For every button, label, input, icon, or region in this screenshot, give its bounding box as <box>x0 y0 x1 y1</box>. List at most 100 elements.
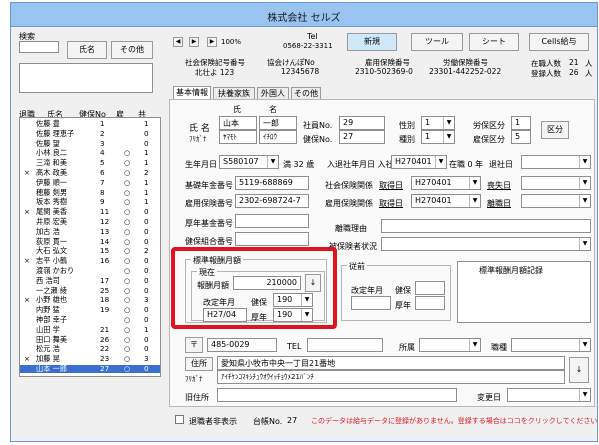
employee-list[interactable]: 佐藤 豊 1 1 佐藤 理恵子 2 0 佐藤 望 3 0 小林 良二 4 ○ 1 三滝 和美 5 ○ 1 × 髙木 … <box>19 117 161 377</box>
list-item[interactable]: 穂藤 剣男 8 ○ 1 <box>20 187 160 197</box>
birth-select[interactable]: S580107 ▼ <box>219 155 279 169</box>
employee-name: 大石 弘文 <box>36 246 68 256</box>
type-select[interactable]: 1 ▼ <box>421 130 455 144</box>
employee-share: 0 <box>144 266 149 275</box>
list-item[interactable]: 松元 浩 22 ○ 0 <box>20 345 160 353</box>
chevron-down-icon: ▼ <box>579 238 590 250</box>
leave-reason-input[interactable] <box>381 219 591 233</box>
list-item[interactable]: 坂本 秀樹 9 ○ 1 <box>20 198 160 206</box>
employee-emp: ○ <box>124 207 131 217</box>
employee-share: 0 <box>144 275 149 285</box>
arrow-down-icon[interactable]: ↓ <box>569 357 589 383</box>
list-item[interactable]: 渡嶺 かおり ○ 0 <box>20 267 160 275</box>
list-item[interactable]: 加古 浩 13 ○ 0 <box>20 227 160 236</box>
emp-acq-link[interactable]: 取得日 <box>379 198 403 209</box>
list-item[interactable]: 佐藤 望 3 0 <box>20 138 160 148</box>
sei-kana-input[interactable]: ﾔﾏﾓﾄ <box>219 130 257 144</box>
employee-no: 8 <box>100 187 105 197</box>
social-acq-link[interactable]: 取得日 <box>379 180 403 191</box>
address-input[interactable]: 愛知県小牧市中央一丁目21番地 <box>217 356 565 370</box>
list-item[interactable]: 佐藤 理恵子 2 0 <box>20 129 160 138</box>
prev-health-input[interactable] <box>415 281 445 295</box>
list-item[interactable]: × 小野 雄也 18 ○ 3 <box>20 296 160 304</box>
hide-retired-label: 退職者非表示 <box>189 417 237 426</box>
list-item[interactable]: × 尾関 美香 11 ○ 0 <box>20 208 160 216</box>
social-loss-link[interactable]: 喪失日 <box>487 180 511 191</box>
employee-share: 1 <box>144 177 149 187</box>
mei-kana-input[interactable]: ｲﾁﾛｳ <box>259 130 297 144</box>
change-date-select[interactable]: ▼ <box>507 388 591 402</box>
list-item[interactable]: 一之瀬 綾 25 ○ 0 <box>20 286 160 295</box>
retire-select[interactable]: ▼ <box>521 155 591 169</box>
social-acq-select[interactable]: H270401 ▼ <box>411 176 481 190</box>
list-item[interactable]: 伊藤 順一 7 ○ 1 <box>20 177 160 187</box>
list-item[interactable]: 山田 学 21 ○ 1 <box>20 325 160 334</box>
prev-arrow-button[interactable]: ◀ <box>173 37 183 47</box>
list-item[interactable]: 荻原 貫一 14 ○ 0 <box>20 237 160 246</box>
title-bar: 株式会社 セルズ <box>11 3 597 27</box>
zoom-button[interactable]: ▶ <box>207 37 217 47</box>
list-item[interactable]: 内野 猛 19 ○ 0 <box>20 306 160 314</box>
zip-icon[interactable]: 〒 <box>185 337 203 353</box>
insured-status-select[interactable]: ▼ <box>381 237 591 251</box>
search-input[interactable] <box>19 41 59 53</box>
emp-div-input[interactable]: 5 <box>511 130 531 144</box>
list-item[interactable]: 大石 弘文 15 ○ 2 <box>20 247 160 255</box>
name-search-button[interactable]: 氏名 <box>67 41 107 59</box>
list-item[interactable]: × 髙木 政美 6 ○ 2 <box>20 169 160 177</box>
employee-x: × <box>24 354 31 364</box>
emp-div-label: 雇保区分 <box>473 135 505 144</box>
emp-leave-select[interactable]: ▼ <box>521 194 591 208</box>
list-item[interactable]: × 加藤 晃 23 ○ 3 <box>20 355 160 363</box>
list-item[interactable]: 三滝 和美 5 ○ 1 <box>20 159 160 167</box>
prev-revise-input[interactable] <box>351 296 391 310</box>
chevron-down-icon: ▼ <box>469 195 480 207</box>
emp-acq-select[interactable]: H270401 ▼ <box>411 194 481 208</box>
list-item[interactable]: × 志平 小鶴 16 ○ 0 <box>20 257 160 265</box>
hide-retired-checkbox[interactable] <box>175 415 184 424</box>
emp-leave-link[interactable]: 離職日 <box>487 198 511 209</box>
pension-input[interactable]: 5119-688869 <box>235 176 309 190</box>
mei-input[interactable]: 一郎 <box>259 116 297 130</box>
gender-select[interactable]: 1 ▼ <box>421 116 455 130</box>
list-item[interactable]: 神部 幸子 ○ 0 <box>20 316 160 324</box>
health-union-input[interactable] <box>235 232 309 246</box>
list-item[interactable]: 小林 良二 4 ○ 1 <box>20 149 160 157</box>
list-item[interactable]: 井原 宏美 12 ○ 0 <box>20 218 160 226</box>
tool-button[interactable]: ツール <box>411 33 463 51</box>
tel-input[interactable] <box>307 338 383 352</box>
cells-salary-button[interactable]: Cells給与 <box>529 33 589 51</box>
list-item[interactable]: 西 浩司 17 ○ 0 <box>20 275 160 285</box>
employee-emp: ○ <box>124 256 131 266</box>
list-item[interactable]: 山本 一郎 27 ○ 0 <box>20 365 160 373</box>
welfare-input[interactable] <box>235 214 309 228</box>
employee-name: 加藤 晃 <box>36 354 60 364</box>
chevron-down-icon: ▼ <box>579 177 590 189</box>
address-kana-input[interactable]: ｱｲﾁｹﾝｺﾏｷｼﾁｭｳｵｳｲｯﾁｮｳﾒ21ﾊﾞﾝﾁ <box>217 370 565 384</box>
next-arrow-button[interactable]: ▶ <box>189 37 199 47</box>
affiliation-select[interactable]: ▼ <box>419 338 481 352</box>
emp-ins-input[interactable]: 2302-698724-7 <box>235 194 309 208</box>
register-message[interactable]: このデータは給与データに登録がありません。登録する場合はココをクリックしてくださ… <box>311 416 597 426</box>
zip-input[interactable]: 485-0029 <box>207 338 277 352</box>
old-address-input[interactable] <box>217 388 457 402</box>
other-search-button[interactable]: その他 <box>111 41 153 59</box>
health-no-input[interactable]: 27 <box>339 130 385 144</box>
address-button[interactable]: 住所 <box>185 357 213 371</box>
sei-input[interactable]: 山本 <box>219 116 257 130</box>
employee-emp: ○ <box>124 354 131 364</box>
position-select[interactable]: ▼ <box>511 338 591 352</box>
new-button[interactable]: 新規 <box>347 33 397 51</box>
labor-div-input[interactable]: 1 <box>511 116 531 130</box>
type-label: 種別 <box>399 135 415 144</box>
list-item[interactable]: 佐藤 豊 1 1 <box>20 120 160 128</box>
social-loss-select[interactable]: ▼ <box>521 176 591 190</box>
prev-pension-input[interactable] <box>415 296 445 310</box>
employee-name: 佐藤 望 <box>36 138 60 148</box>
sheet-button[interactable]: シート <box>469 33 519 51</box>
emp-no-input[interactable]: 29 <box>339 116 385 130</box>
list-item[interactable]: 田口 舞美 26 ○ 0 <box>20 335 160 344</box>
join-select[interactable]: H270401 ▼ <box>391 155 447 169</box>
division-button[interactable]: 区分 <box>541 121 569 139</box>
employee-name: 松元 浩 <box>36 344 60 354</box>
